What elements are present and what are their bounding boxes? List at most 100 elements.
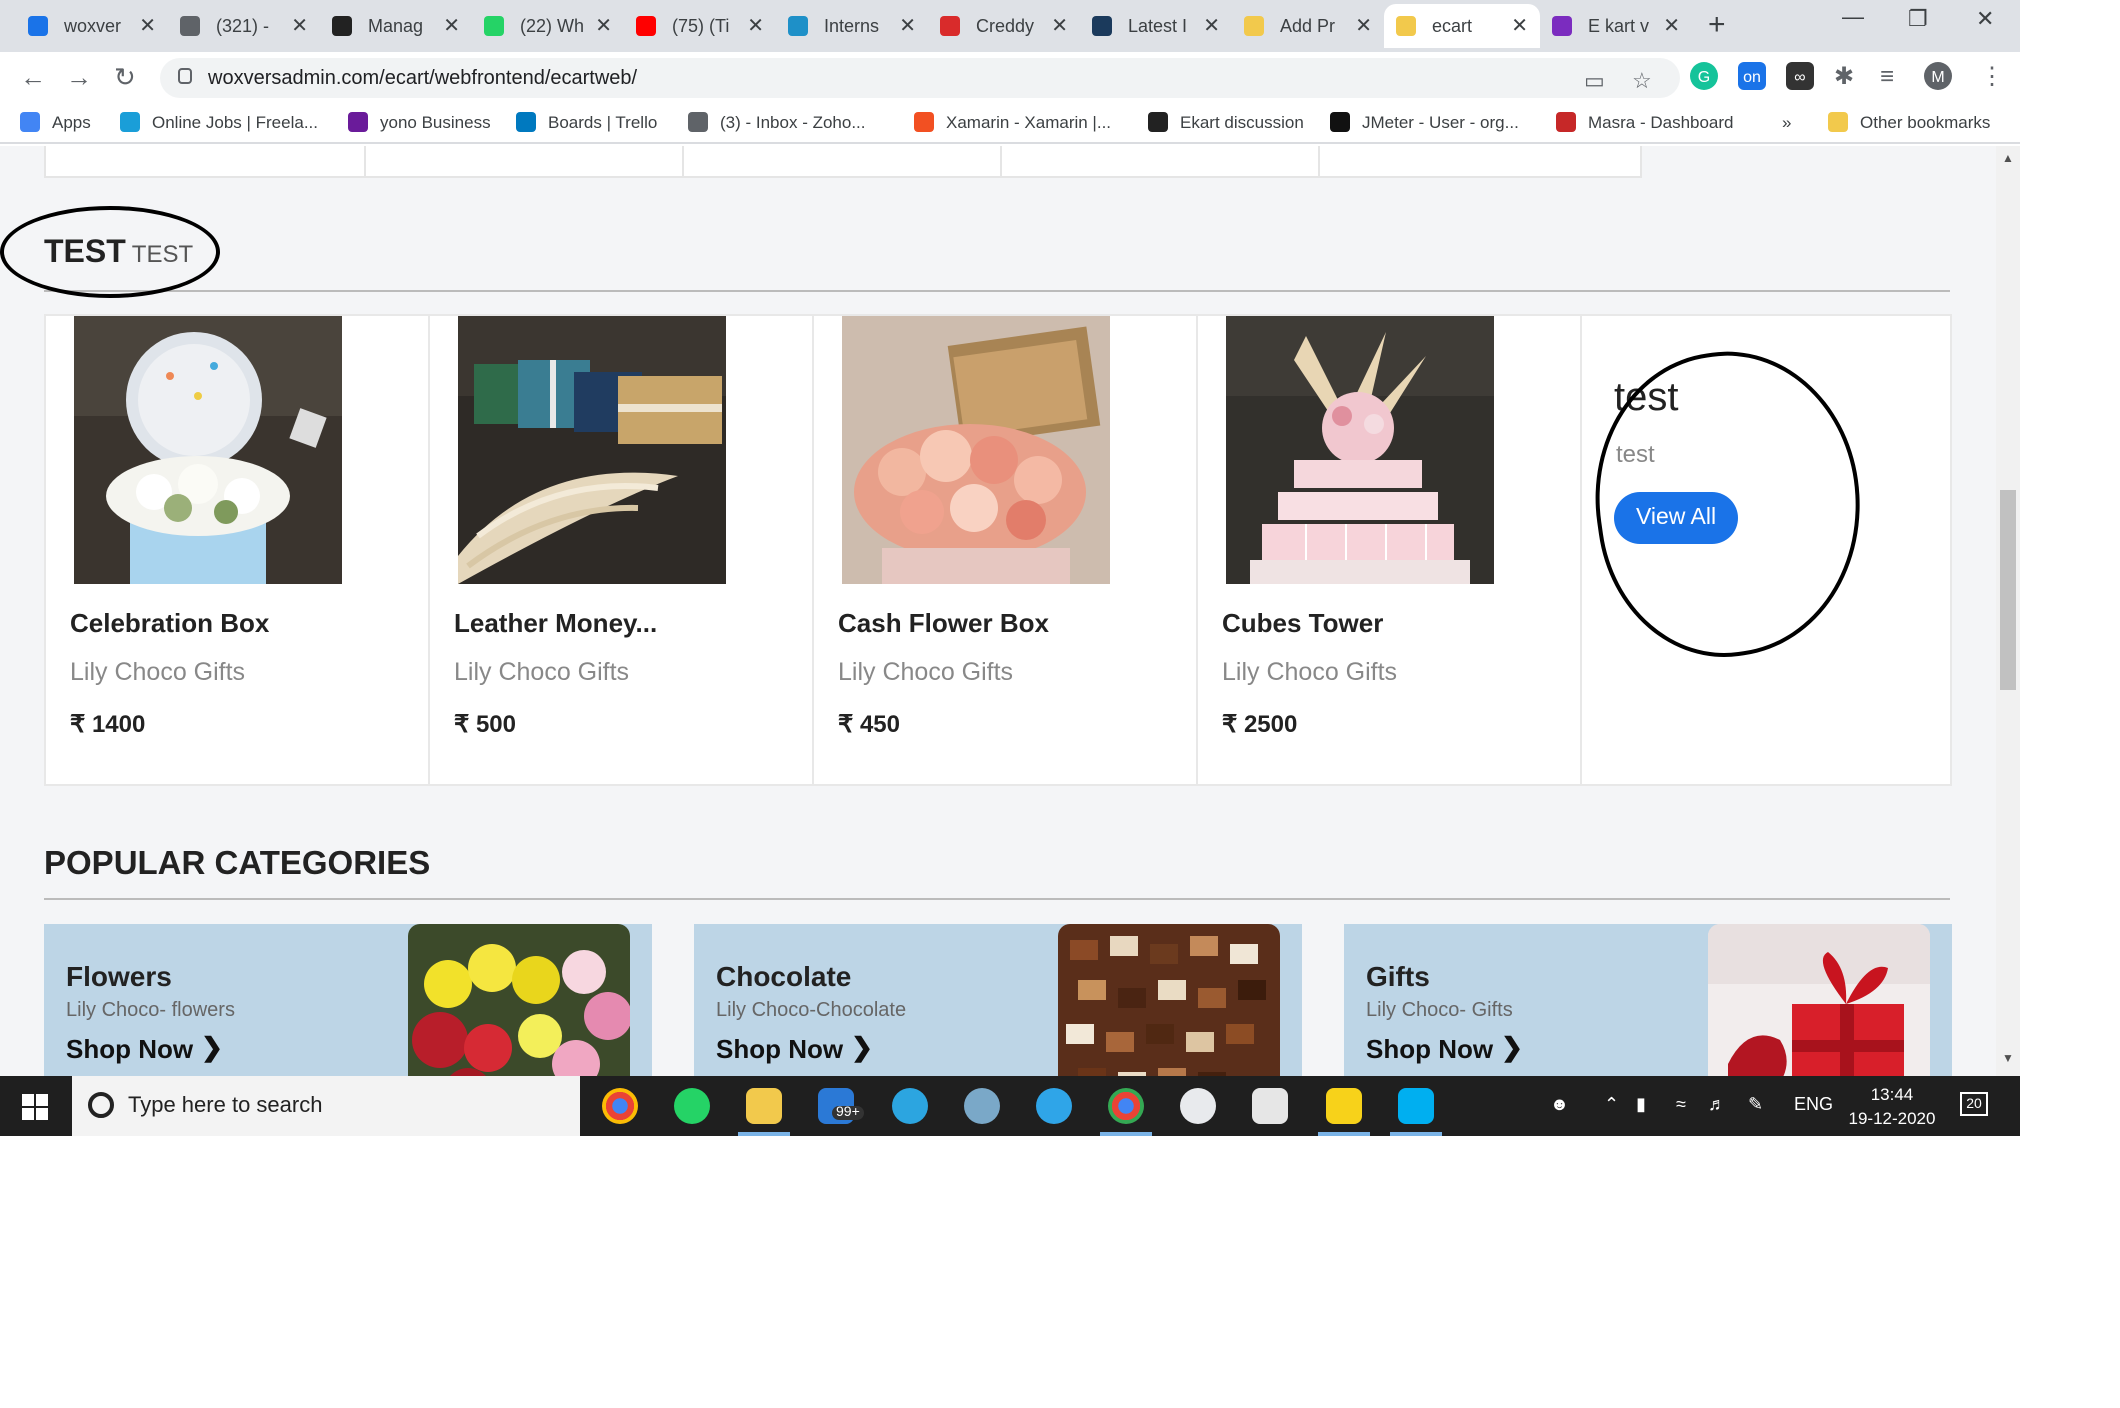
- bookmark-label: Ekart discussion: [1180, 112, 1304, 132]
- notification-center-icon[interactable]: 20: [1960, 1092, 1988, 1116]
- reading-list-icon[interactable]: ≡: [1880, 62, 1894, 90]
- browser-tab[interactable]: Creddy ✕: [928, 4, 1080, 48]
- clock-time: 13:44: [1870, 1084, 1914, 1104]
- product-card[interactable]: Cash Flower Box Lily Choco Gifts ₹ 450: [814, 316, 1198, 784]
- tab-close-icon[interactable]: ✕: [291, 15, 308, 37]
- category-image: [1058, 924, 1280, 1076]
- windows-start-icon[interactable]: [22, 1094, 48, 1120]
- product-card[interactable]: Leather Money... Lily Choco Gifts ₹ 500: [430, 316, 814, 784]
- bookmark-item[interactable]: Apps: [20, 112, 91, 132]
- new-tab-icon[interactable]: +: [1708, 8, 1726, 42]
- browser-tab[interactable]: Latest I ✕: [1080, 4, 1232, 48]
- scroll-down-icon[interactable]: ▼: [2002, 1054, 2014, 1066]
- page-scrollbar[interactable]: ▲ ▼: [1996, 146, 2020, 1076]
- wifi-icon[interactable]: ≈: [1676, 1094, 1686, 1114]
- bookmark-item[interactable]: Boards | Trello: [516, 112, 657, 132]
- bookmark-item[interactable]: Online Jobs | Freela...: [120, 112, 318, 132]
- chevron-up-icon[interactable]: ⌃: [1604, 1094, 1619, 1116]
- shop-now-link[interactable]: Shop Now ❯: [66, 1032, 223, 1064]
- telegram-taskbar-icon[interactable]: [892, 1088, 928, 1124]
- bookmarks-overflow-button[interactable]: »: [1782, 112, 1791, 132]
- sticky-notes-taskbar-icon[interactable]: [1326, 1088, 1362, 1124]
- tab-close-icon[interactable]: ✕: [1355, 15, 1372, 37]
- browser-tab[interactable]: (321) - ✕: [168, 4, 320, 48]
- extensions-puzzle-icon[interactable]: ✱: [1834, 62, 1854, 90]
- tab-close-icon[interactable]: ✕: [443, 15, 460, 37]
- paint-taskbar-icon[interactable]: [964, 1088, 1000, 1124]
- profile-avatar[interactable]: M: [1924, 62, 1952, 90]
- browser-toolbar: ← → ↻ woxversadmin.com/ecart/webfrontend…: [0, 52, 2020, 104]
- tab-close-icon[interactable]: ✕: [595, 15, 612, 37]
- glasses-extension-icon[interactable]: ∞: [1786, 62, 1814, 90]
- shop-now-link[interactable]: Shop Now ❯: [716, 1032, 873, 1064]
- clock[interactable]: 13:44 19-12-2020: [1832, 1082, 1952, 1130]
- skype-taskbar-icon[interactable]: [1398, 1088, 1434, 1124]
- scroll-thumb[interactable]: [2000, 490, 2016, 690]
- browser-tab[interactable]: E kart v ✕: [1540, 4, 1692, 48]
- chrome-taskbar-icon[interactable]: [602, 1088, 638, 1124]
- bookmark-star-icon[interactable]: ☆: [1632, 68, 1652, 94]
- tab-close-icon[interactable]: ✕: [899, 15, 916, 37]
- bookmark-icon: [348, 112, 368, 132]
- bookmark-item[interactable]: yono Business: [348, 112, 491, 132]
- shop-now-link[interactable]: Shop Now ❯: [1366, 1032, 1523, 1064]
- extension-on-icon[interactable]: on: [1738, 62, 1766, 90]
- browser-tab[interactable]: Manag ✕: [320, 4, 472, 48]
- chrome-active-taskbar-icon[interactable]: [1108, 1088, 1144, 1124]
- whatsapp-taskbar-icon[interactable]: [674, 1088, 710, 1124]
- reload-icon[interactable]: ↻: [114, 62, 136, 94]
- tab-close-icon[interactable]: ✕: [1663, 15, 1680, 37]
- browser-tab[interactable]: Add Pr ✕: [1232, 4, 1384, 48]
- category-card-gifts[interactable]: Gifts Lily Choco- Gifts Shop Now ❯: [1344, 924, 1952, 1076]
- back-icon[interactable]: ←: [20, 62, 46, 92]
- product-image[interactable]: [74, 316, 342, 584]
- bookmark-item[interactable]: Ekart discussion: [1148, 112, 1304, 132]
- category-card-flowers[interactable]: Flowers Lily Choco- flowers Shop Now ❯: [44, 924, 652, 1076]
- product-image[interactable]: [842, 316, 1110, 584]
- bookmark-item[interactable]: (3) - Inbox - Zoho...: [688, 112, 866, 132]
- bookmark-item[interactable]: Xamarin - Xamarin |...: [914, 112, 1111, 132]
- product-image[interactable]: [458, 316, 726, 584]
- tab-close-icon[interactable]: ✕: [139, 15, 156, 37]
- volume-icon[interactable]: ♬: [1708, 1094, 1726, 1114]
- product-name[interactable]: Leather Money...: [454, 608, 657, 638]
- battery-icon[interactable]: ▮: [1636, 1094, 1646, 1116]
- people-icon[interactable]: ☻: [1550, 1094, 1569, 1114]
- categories-heading: POPULAR CATEGORIES: [44, 846, 1950, 900]
- category-card-chocolate[interactable]: Chocolate Lily Choco-Chocolate Shop Now ❯: [694, 924, 1302, 1076]
- browser-tab[interactable]: Interns ✕: [776, 4, 928, 48]
- bookmark-item[interactable]: Masra - Dashboard: [1556, 112, 1734, 132]
- bookmark-item[interactable]: Other bookmarks: [1828, 112, 1990, 132]
- restore-icon[interactable]: ❐: [1908, 6, 1928, 32]
- address-bar[interactable]: woxversadmin.com/ecart/webfrontend/ecart…: [160, 58, 1680, 98]
- language-indicator[interactable]: ENG: [1794, 1094, 1833, 1114]
- tab-close-icon[interactable]: ✕: [1051, 15, 1068, 37]
- product-image[interactable]: [1226, 316, 1494, 584]
- forward-icon[interactable]: →: [66, 62, 92, 92]
- scroll-up-icon[interactable]: ▲: [2002, 154, 2014, 166]
- tab-close-icon[interactable]: ✕: [1203, 15, 1220, 37]
- menu-kebab-icon[interactable]: ⋮: [1980, 62, 2004, 90]
- slack-taskbar-icon[interactable]: [1180, 1088, 1216, 1124]
- file-explorer-icon[interactable]: [746, 1088, 782, 1124]
- grammarly-icon[interactable]: G: [1690, 62, 1718, 90]
- product-name[interactable]: Cash Flower Box: [838, 608, 1049, 638]
- tab-close-icon[interactable]: ✕: [1511, 15, 1528, 37]
- browser-tab[interactable]: ecart ✕: [1384, 4, 1540, 48]
- pen-icon[interactable]: ✎: [1748, 1094, 1763, 1116]
- tab-close-icon[interactable]: ✕: [747, 15, 764, 37]
- product-name[interactable]: Celebration Box: [70, 608, 269, 638]
- browser-tab[interactable]: (75) (Ti ✕: [624, 4, 776, 48]
- browser-tab[interactable]: woxver ✕: [16, 4, 168, 48]
- product-name[interactable]: Cubes Tower: [1222, 608, 1383, 638]
- install-icon[interactable]: ▭: [1584, 68, 1605, 94]
- bookmark-item[interactable]: JMeter - User - org...: [1330, 112, 1519, 132]
- product-card[interactable]: Cubes Tower Lily Choco Gifts ₹ 2500: [1198, 316, 1582, 784]
- edge-taskbar-icon[interactable]: [1036, 1088, 1072, 1124]
- taskbar-search-box[interactable]: Type here to search: [72, 1076, 624, 1136]
- store-taskbar-icon[interactable]: [1252, 1088, 1288, 1124]
- minimize-icon[interactable]: —: [1842, 6, 1864, 30]
- product-card[interactable]: Celebration Box Lily Choco Gifts ₹ 1400: [46, 316, 430, 784]
- close-window-icon[interactable]: ✕: [1976, 6, 1994, 32]
- browser-tab[interactable]: (22) Wh ✕: [472, 4, 624, 48]
